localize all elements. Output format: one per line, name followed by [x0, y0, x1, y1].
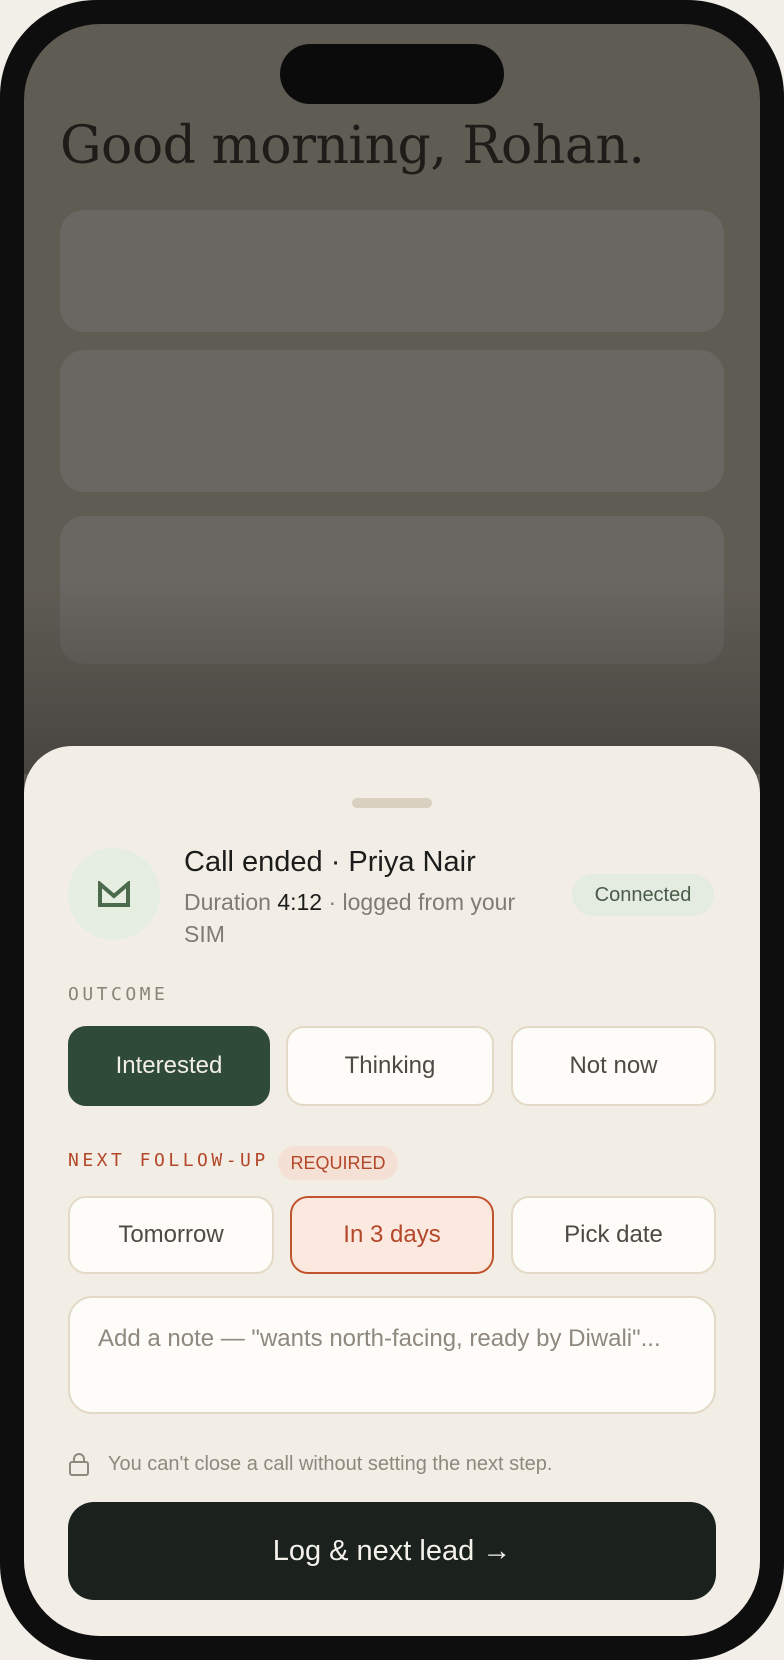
outcome-thinking-button[interactable]: Thinking [286, 1026, 494, 1106]
status-badge: Connected [572, 874, 714, 916]
outcome-not-now-button[interactable]: Not now [511, 1026, 716, 1106]
greeting-heading: Good morning, Rohan. [60, 116, 645, 176]
duration-value: 4:12 [277, 889, 323, 915]
lock-hint-row: You can't close a call without setting t… [68, 1446, 552, 1482]
lock-icon [69, 1453, 89, 1476]
outcome-label: OUTCOME [68, 984, 169, 1005]
outcome-interested-button[interactable]: Interested [68, 1026, 270, 1106]
note-input[interactable]: Add a note — "wants north-facing, ready … [68, 1296, 716, 1414]
dynamic-island [280, 44, 504, 104]
sheet-grabber[interactable] [352, 798, 432, 808]
call-title: Call ended · Priya Nair [184, 846, 476, 878]
call-summary-sheet: Call ended · Priya Nair Duration 4:12 · … [24, 746, 760, 1636]
duration-label: Duration [184, 889, 271, 915]
call-subtitle: Duration 4:12 · logged from your SIM [184, 886, 544, 950]
follow-up-3-days-button[interactable]: In 3 days [290, 1196, 494, 1274]
follow-up-tomorrow-button[interactable]: Tomorrow [68, 1196, 274, 1274]
phone-frame: Good morning, Rohan. Call ended · Priya … [0, 0, 784, 1660]
placeholder-card [60, 350, 724, 492]
follow-up-label: NEXT FOLLOW-UP [68, 1150, 269, 1171]
screen: Good morning, Rohan. Call ended · Priya … [24, 24, 760, 1636]
follow-up-pick-date-button[interactable]: Pick date [511, 1196, 716, 1274]
placeholder-card [60, 210, 724, 332]
lock-hint-text: You can't close a call without setting t… [108, 1452, 553, 1475]
envelope-icon [98, 881, 130, 907]
required-badge: REQUIRED [278, 1146, 398, 1180]
contact-avatar [68, 848, 160, 940]
log-next-lead-button[interactable]: Log & next lead → [68, 1502, 716, 1600]
